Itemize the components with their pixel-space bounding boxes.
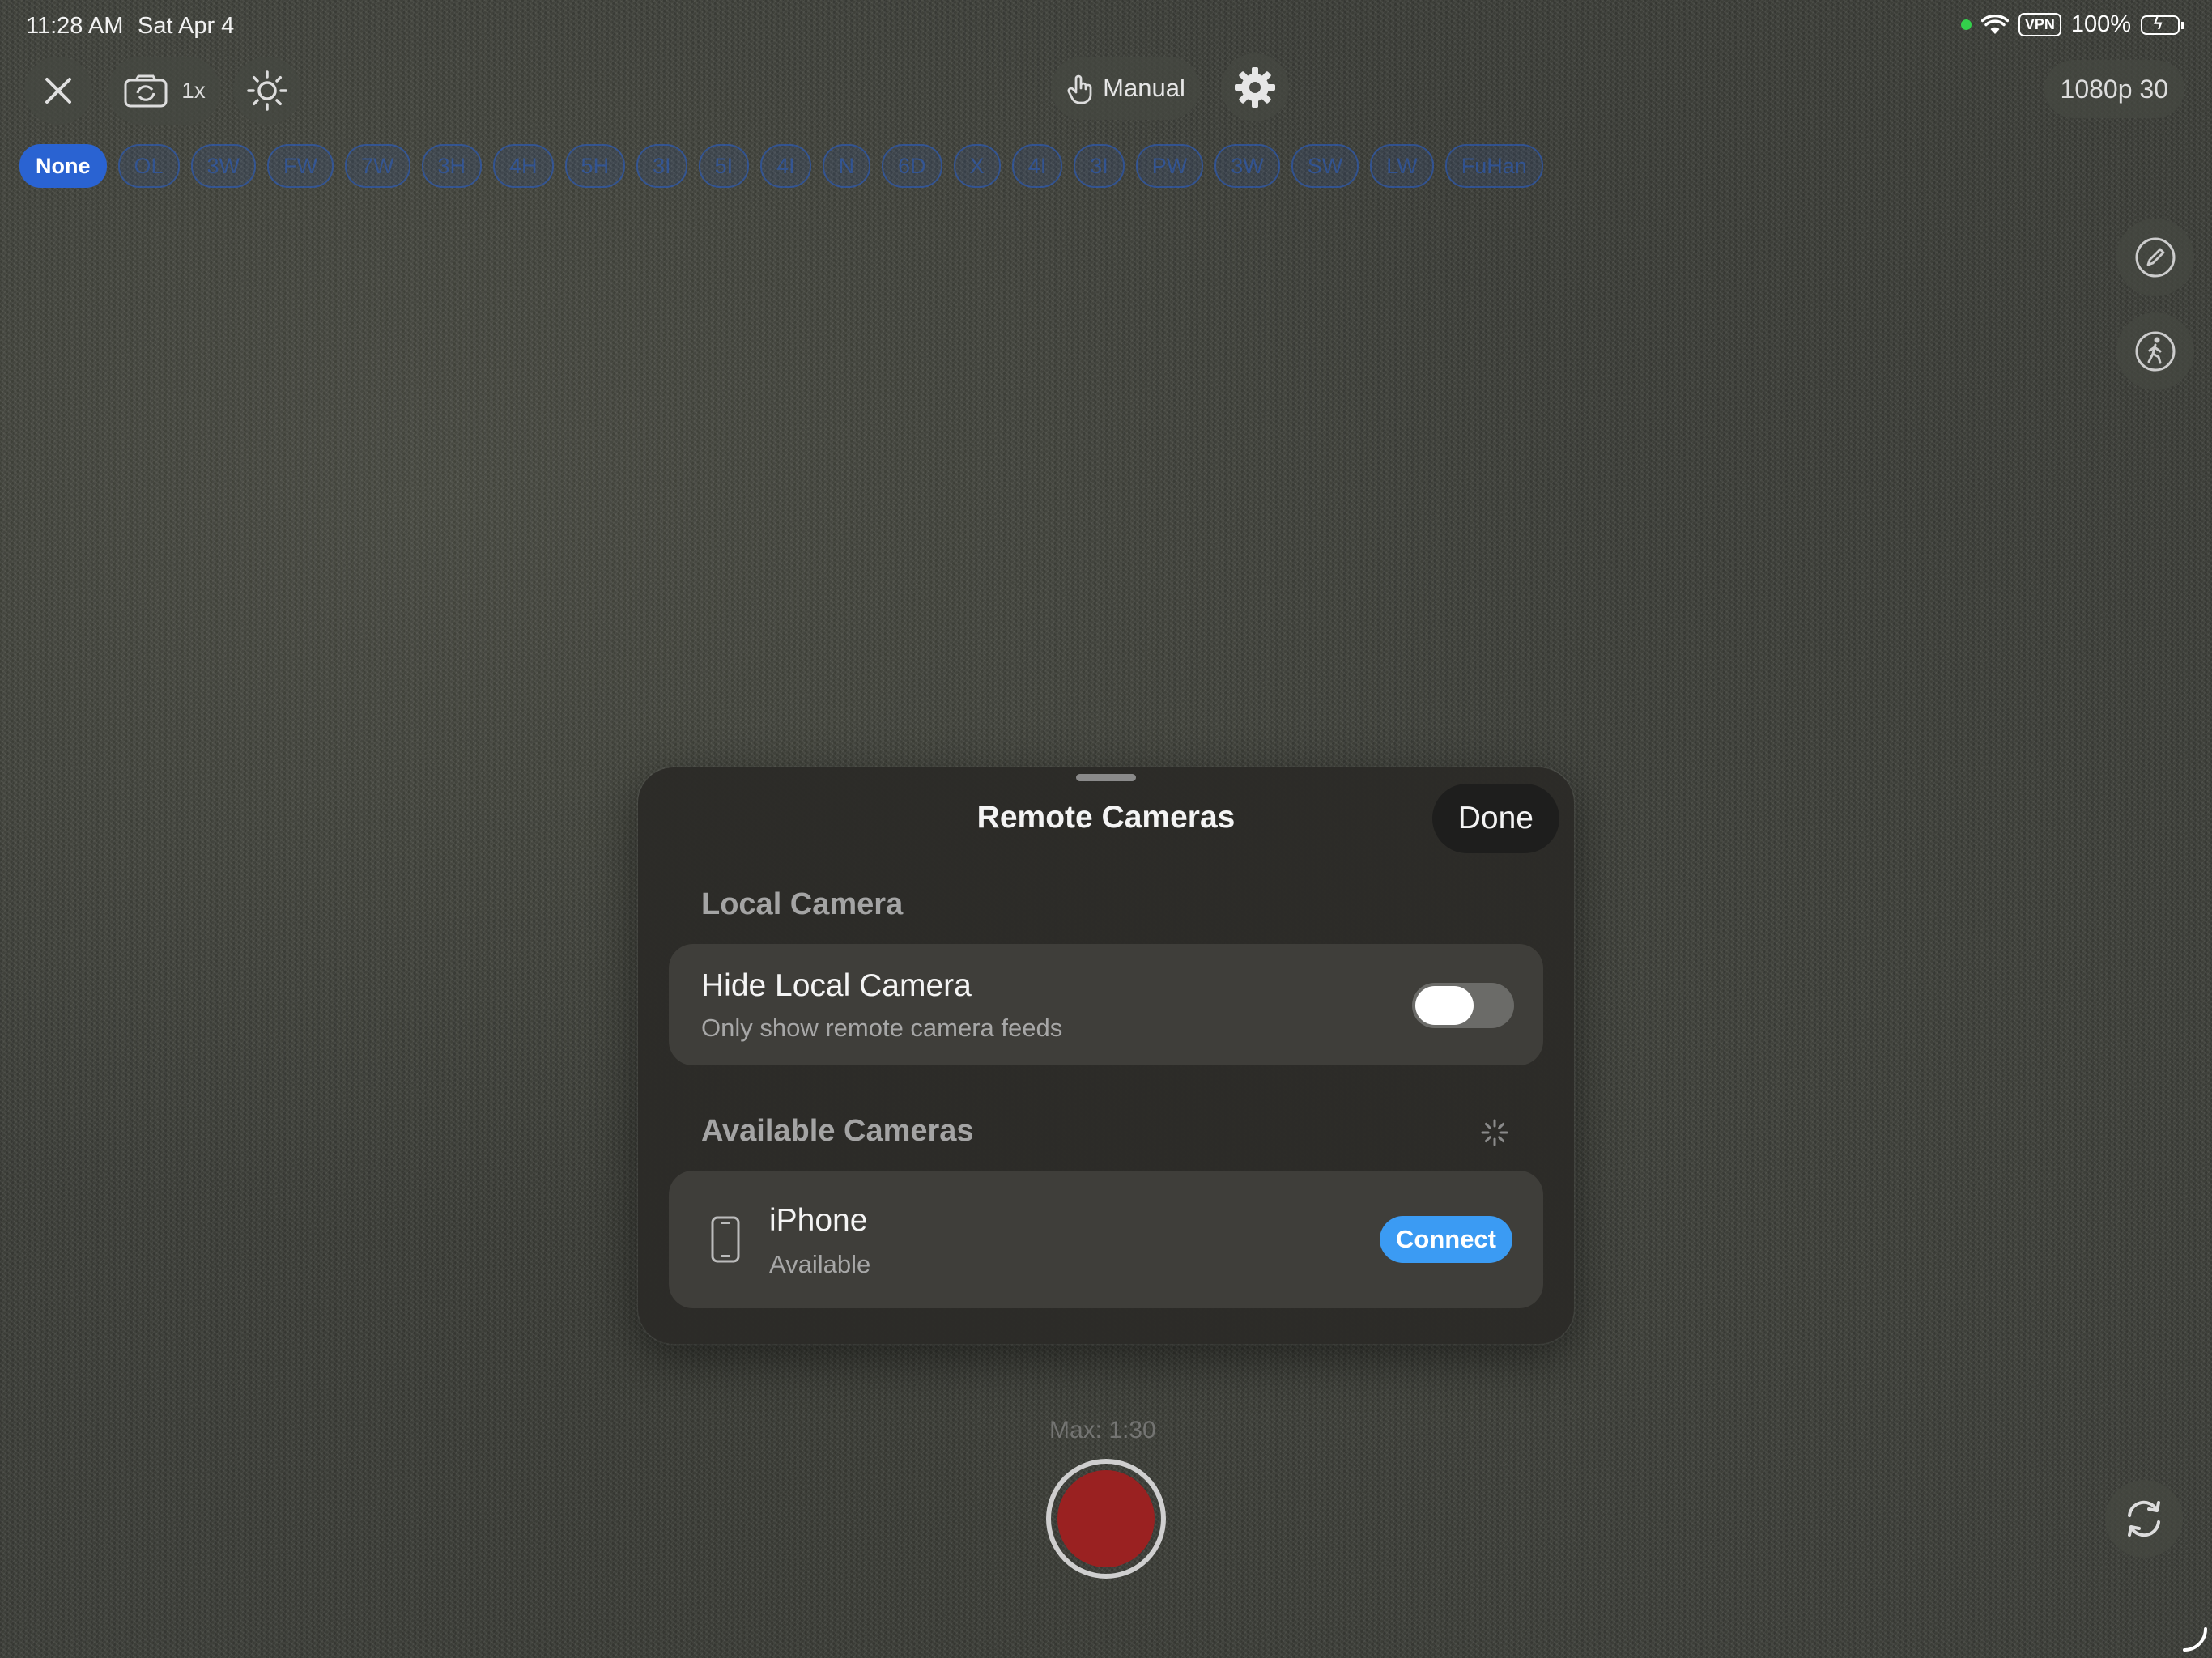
status-date: Sat Apr 4 bbox=[138, 13, 235, 39]
resolution-button[interactable]: 1080p 30 bbox=[2044, 60, 2184, 118]
focus-mode-label: Manual bbox=[1103, 74, 1185, 102]
filter-chip[interactable]: 4I bbox=[760, 144, 811, 188]
motion-tracking-button[interactable] bbox=[2116, 312, 2194, 390]
draw-button[interactable] bbox=[2116, 219, 2194, 296]
hide-local-camera-row: Hide Local Camera Only show remote camer… bbox=[669, 944, 1543, 1065]
filter-chip[interactable]: 4I bbox=[1011, 144, 1063, 188]
zoom-level: 1x bbox=[181, 78, 206, 103]
resize-corner-icon bbox=[2183, 1627, 2207, 1652]
camera-in-use-indicator bbox=[1960, 19, 1972, 30]
rotate-arrows-icon bbox=[2128, 1500, 2160, 1537]
gear-icon bbox=[1235, 67, 1275, 108]
camera-flip-icon bbox=[124, 74, 168, 108]
brightness-button[interactable] bbox=[233, 57, 301, 125]
filter-chip[interactable]: 5H bbox=[564, 144, 626, 188]
filter-chip[interactable]: 6D bbox=[882, 144, 942, 188]
device-row[interactable]: iPhone Available Connect bbox=[669, 1171, 1543, 1308]
hand-tap-icon bbox=[1067, 74, 1092, 104]
local-camera-header: Local Camera bbox=[701, 887, 904, 921]
filter-chip[interactable]: PW bbox=[1135, 144, 1204, 188]
filter-chip[interactable]: N bbox=[822, 144, 871, 188]
status-indicators: VPN 100% ϟ bbox=[1960, 11, 2184, 38]
settings-button[interactable] bbox=[1221, 53, 1289, 121]
hide-local-camera-subtitle: Only show remote camera feeds bbox=[701, 1014, 1063, 1042]
done-button[interactable]: Done bbox=[1431, 784, 1559, 853]
filter-chip[interactable]: 4H bbox=[493, 144, 554, 188]
hide-local-camera-title: Hide Local Camera bbox=[701, 968, 972, 1003]
toggle-knob bbox=[1415, 986, 1474, 1025]
iphone-icon bbox=[711, 1216, 740, 1263]
wifi-icon bbox=[1980, 14, 2009, 34]
filter-chip[interactable]: 7W bbox=[345, 144, 410, 188]
device-name: iPhone bbox=[769, 1203, 868, 1238]
filter-chip[interactable]: 3W bbox=[1214, 144, 1280, 188]
remote-cameras-sheet: Remote Cameras Done Local Camera Hide Lo… bbox=[638, 767, 1574, 1344]
filter-chip[interactable]: 3I bbox=[636, 144, 687, 188]
filter-chip[interactable]: 3I bbox=[1074, 144, 1125, 188]
sun-icon bbox=[247, 70, 287, 111]
battery-percent: 100% bbox=[2070, 11, 2131, 37]
filter-chip[interactable]: 5I bbox=[698, 144, 750, 188]
hide-local-camera-toggle[interactable] bbox=[1412, 983, 1514, 1028]
filter-chip[interactable]: X bbox=[953, 144, 1001, 188]
filter-chip[interactable]: None bbox=[19, 144, 107, 188]
record-dot bbox=[1057, 1470, 1155, 1567]
focus-mode-button[interactable]: Manual bbox=[1051, 57, 1200, 120]
walking-figure-icon bbox=[2135, 331, 2176, 372]
filter-chip[interactable]: 3W bbox=[190, 144, 257, 188]
loading-spinner-icon bbox=[1481, 1119, 1508, 1146]
filter-chip[interactable]: OL bbox=[117, 144, 180, 188]
vpn-badge: VPN bbox=[2018, 13, 2061, 36]
filter-chip[interactable]: 3H bbox=[421, 144, 483, 188]
status-time: 11:28 AM bbox=[26, 13, 124, 39]
sheet-grabber[interactable] bbox=[1076, 774, 1136, 781]
resolution-label: 1080p 30 bbox=[2060, 74, 2168, 104]
record-button[interactable] bbox=[1046, 1459, 1166, 1579]
filter-chip[interactable]: SW bbox=[1291, 144, 1359, 188]
filter-chip[interactable]: LW bbox=[1370, 144, 1434, 188]
battery-icon: ϟ bbox=[2141, 15, 2184, 35]
filter-chip[interactable]: FuHan bbox=[1444, 144, 1543, 188]
camera-switch-zoom-button[interactable]: 1x bbox=[108, 57, 220, 125]
max-duration-label: Max: 1:30 bbox=[1049, 1417, 1156, 1443]
filter-chip[interactable]: FW bbox=[267, 144, 334, 188]
connect-button[interactable]: Connect bbox=[1380, 1216, 1512, 1263]
device-status: Available bbox=[769, 1250, 871, 1278]
available-cameras-header: Available Cameras bbox=[701, 1114, 974, 1148]
filter-chip-bar: None OL 3W FW 7W 3H 4H 5H 3I 5I 4I N 6D X 4I 3I PW 3W SW LW… bbox=[19, 144, 1543, 188]
close-button[interactable] bbox=[24, 57, 92, 125]
rotate-camera-button[interactable] bbox=[2105, 1480, 2183, 1558]
close-icon bbox=[45, 78, 71, 104]
pencil-circle-icon bbox=[2135, 237, 2176, 278]
